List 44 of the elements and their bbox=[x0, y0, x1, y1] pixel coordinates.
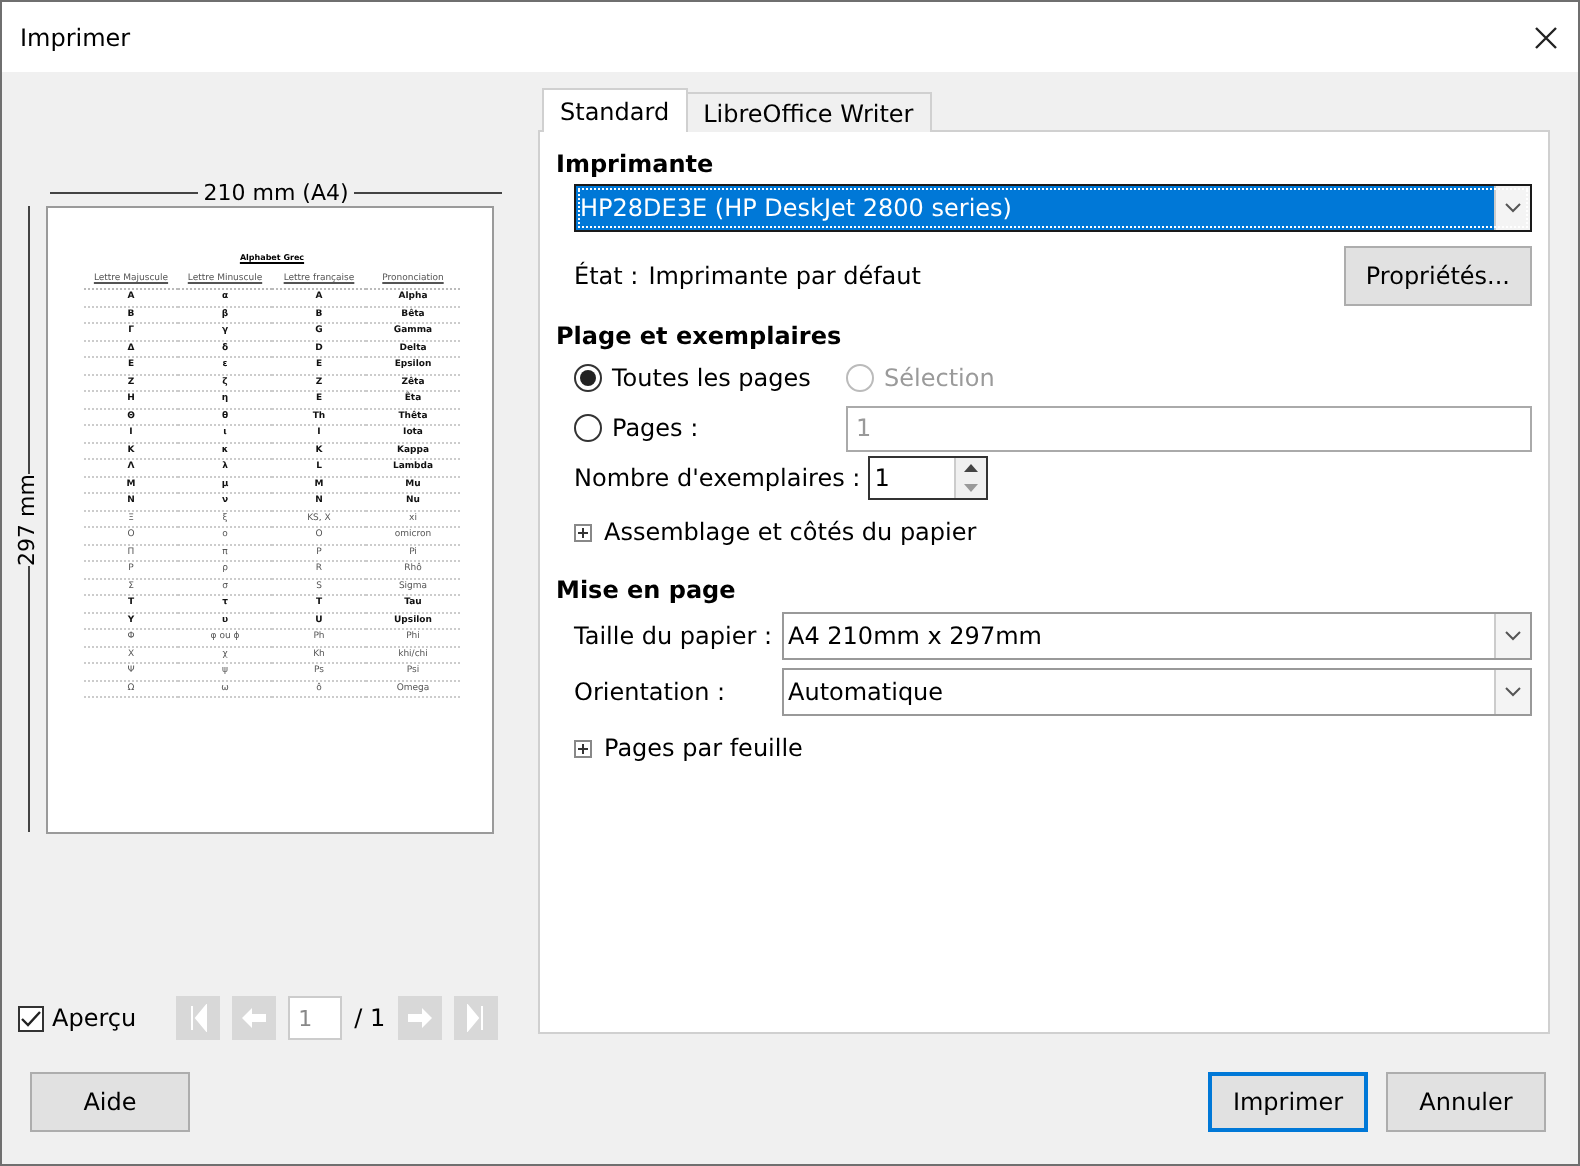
properties-button[interactable]: Propriétés... bbox=[1343, 246, 1532, 306]
chevron-down-icon bbox=[1504, 630, 1522, 642]
section-heading: Plage et exemplaires bbox=[556, 322, 844, 350]
printer-dropdown[interactable]: HP28DE3E (HP DeskJet 2800 series) bbox=[574, 184, 1532, 232]
field-label: Taille du papier : bbox=[574, 622, 775, 650]
collation-expander[interactable]: Assemblage et côtés du papier bbox=[574, 518, 1532, 546]
checkbox-label: Aperçu bbox=[52, 1004, 137, 1032]
triangle-down-icon bbox=[964, 484, 979, 492]
section-heading: Imprimante bbox=[556, 150, 716, 178]
dropdown[interactable]: Automatique bbox=[782, 668, 1532, 716]
radio-button[interactable] bbox=[574, 414, 602, 442]
status-value: Imprimante par défaut bbox=[648, 262, 921, 290]
increment-button[interactable] bbox=[956, 458, 987, 478]
print-button[interactable]: Imprimer bbox=[1208, 1072, 1368, 1132]
arrow-left-icon bbox=[240, 1006, 269, 1030]
radio-label: Toutes les pages bbox=[612, 364, 811, 392]
page-number-field[interactable]: 1 bbox=[288, 996, 343, 1040]
checkbox[interactable] bbox=[18, 1005, 44, 1031]
page-width-label: 210 mm (A4) bbox=[203, 179, 349, 205]
copies-label: Nombre d'exemplaires : bbox=[574, 464, 861, 492]
radio-button[interactable] bbox=[574, 364, 602, 392]
chevron-down-icon bbox=[1504, 686, 1522, 698]
close-icon[interactable] bbox=[1534, 25, 1558, 49]
arrow-right-icon bbox=[405, 1006, 434, 1030]
radio-label: Pages : bbox=[612, 414, 699, 442]
field-label: Orientation : bbox=[574, 678, 728, 706]
first-page-icon bbox=[188, 1004, 209, 1032]
status-label: État : bbox=[574, 262, 639, 290]
radio-label: Sélection bbox=[884, 364, 995, 392]
section-heading: Mise en page bbox=[556, 576, 738, 604]
copies-spinner[interactable]: 1 bbox=[868, 456, 989, 500]
help-button[interactable]: Aide bbox=[30, 1072, 190, 1132]
page-height-label: 297 mm bbox=[14, 473, 42, 565]
pages-per-sheet-expander[interactable]: Pages par feuille bbox=[574, 734, 1532, 762]
chevron-down-icon bbox=[1504, 202, 1522, 214]
cancel-button[interactable]: Annuler bbox=[1386, 1072, 1546, 1132]
tab[interactable]: Standard bbox=[542, 88, 688, 132]
dropdown[interactable]: A4 210mm x 297mm bbox=[782, 612, 1532, 660]
triangle-up-icon bbox=[964, 464, 979, 472]
decrement-button[interactable] bbox=[956, 478, 987, 498]
window-title: Imprimer bbox=[20, 23, 131, 51]
last-page-icon bbox=[465, 1004, 486, 1032]
page-count: / 1 bbox=[354, 1004, 386, 1032]
tab[interactable]: LibreOffice Writer bbox=[685, 92, 932, 132]
